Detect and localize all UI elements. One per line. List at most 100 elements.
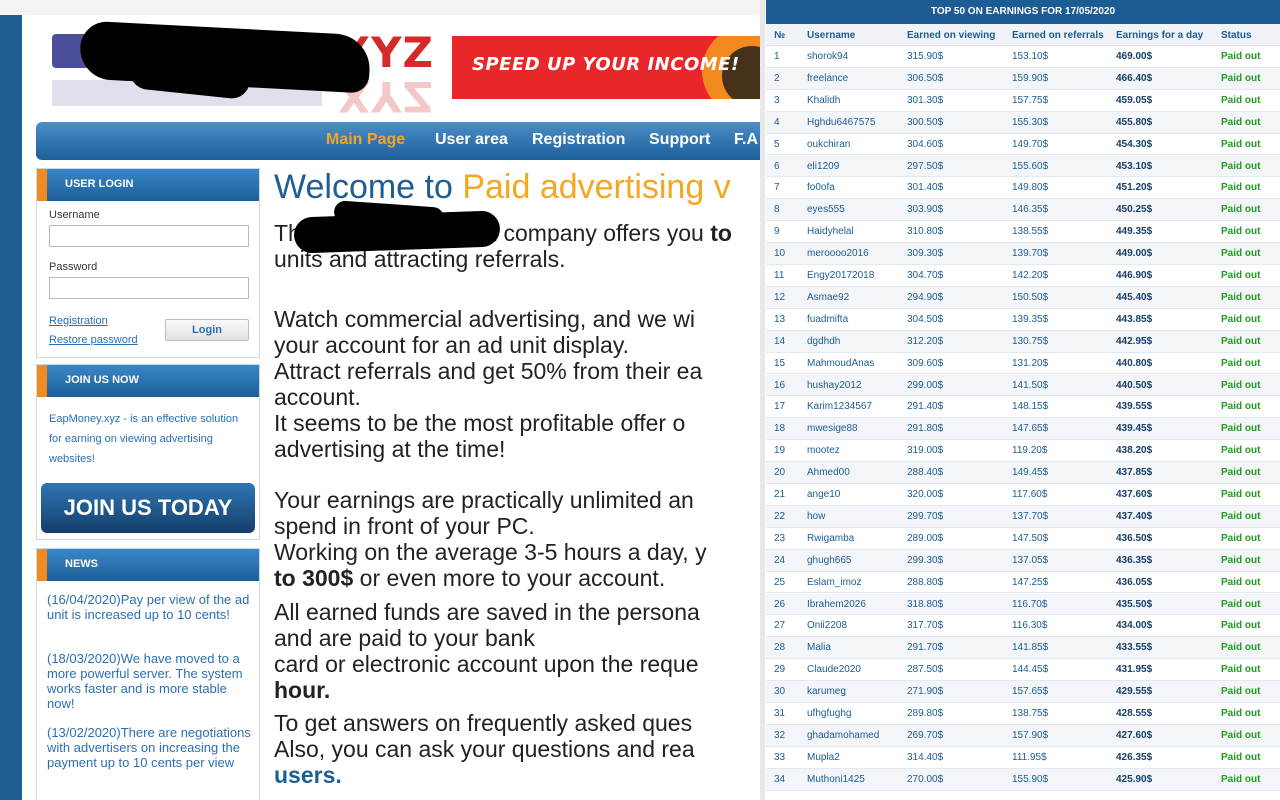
row-earned-referrals: 119.20$ — [1012, 445, 1048, 457]
row-username: Hghdu6467575 — [807, 116, 876, 128]
row-earned-referrals: 159.90$ — [1012, 72, 1049, 84]
row-earnings-day: 445.40$ — [1116, 291, 1153, 303]
panel-divider — [760, 0, 765, 800]
row-earned-referrals: 130.75$ — [1012, 335, 1049, 347]
row-earned-referrals: 111.95$ — [1012, 751, 1047, 763]
row-number: 17 — [774, 401, 786, 413]
row-username: Muthoni1425 — [807, 773, 865, 785]
row-status: Paid out — [1221, 204, 1261, 216]
row-status: Paid out — [1221, 664, 1261, 676]
site-logo[interactable]: .XYZ .XYZ — [52, 20, 434, 121]
row-number: 26 — [774, 598, 786, 610]
body-text: or even more to your account. — [353, 565, 666, 591]
row-earned-viewing: 299.30$ — [907, 554, 944, 566]
row-earnings-day: 426.35$ — [1116, 751, 1153, 763]
row-username: dgdhdh — [807, 335, 841, 347]
row-number: 1 — [774, 51, 780, 62]
row-earned-viewing: 287.50$ — [907, 664, 944, 676]
body-line: Working on the average 3-5 hours a day, … — [274, 539, 707, 565]
table-header-row: № Username Earned on viewing Earned on r… — [766, 24, 1280, 46]
row-status: Paid out — [1221, 686, 1261, 698]
nav-faq[interactable]: F.A — [734, 131, 758, 149]
row-earnings-day: 427.60$ — [1116, 729, 1153, 741]
row-status: Paid out — [1221, 182, 1261, 194]
restore-password-link[interactable]: Restore password — [49, 334, 138, 346]
left-frame-border — [0, 15, 22, 800]
row-status: Paid out — [1221, 620, 1261, 632]
row-username: Eslam_imoz — [807, 576, 862, 588]
row-earnings-day: 438.20$ — [1116, 445, 1153, 457]
table-row: 32 ghadamohamed 269.70$ 157.90$ 427.60$ Paid … — [766, 724, 1280, 747]
table-row: 13 fuadmifta 304.50$ 139.35$ 443.85$ Paid out — [766, 309, 1280, 331]
row-status: Paid out — [1221, 313, 1261, 325]
row-earned-referrals: 147.65$ — [1012, 423, 1049, 435]
users-link[interactable]: users. — [274, 762, 342, 788]
row-status: Paid out — [1221, 598, 1261, 610]
welcome-text: Welcome to — [274, 168, 463, 206]
news-item[interactable]: (16/04/2020)Pay per view of the ad unit … — [47, 592, 257, 622]
nav-support[interactable]: Support — [649, 131, 710, 149]
registration-link[interactable]: Registration — [49, 315, 108, 327]
row-earnings-day: 429.55$ — [1116, 686, 1153, 698]
join-us-today-button[interactable]: JOIN US TODAY — [41, 483, 255, 533]
row-earned-referrals: 138.55$ — [1012, 226, 1049, 238]
row-earned-referrals: 157.90$ — [1012, 729, 1049, 741]
table-row: 27 Onii2208 317.70$ 116.30$ 434.00$ Paid out — [766, 615, 1280, 638]
table-row: 15 MahmoudAnas 309.60$ 131.20$ 440.80$ Paid o… — [766, 353, 1280, 375]
left-frame-gap — [22, 15, 28, 800]
row-earnings-day: 459.05$ — [1116, 94, 1153, 106]
password-field[interactable] — [49, 277, 249, 299]
row-earned-referrals: 149.80$ — [1012, 182, 1049, 194]
row-earned-viewing: 289.80$ — [907, 708, 944, 719]
row-status: Paid out — [1221, 270, 1261, 281]
news-item[interactable]: (18/03/2020)We have moved to a more powe… — [47, 651, 257, 711]
row-status: Paid out — [1221, 576, 1261, 588]
nav-main-page[interactable]: Main Page — [326, 131, 405, 149]
body-line: your account for an ad unit display. — [274, 332, 630, 358]
body-line: account. — [274, 384, 361, 410]
row-number: 11 — [774, 270, 785, 281]
news-item[interactable]: (13/02/2020)There are negotiations with … — [47, 725, 257, 770]
header-username: Username — [807, 30, 856, 41]
join-title: JOIN US NOW — [65, 374, 139, 386]
row-earned-viewing: 314.40$ — [907, 751, 944, 763]
table-row: 4 Hghdu6467575 300.50$ 155.30$ 455.80$ Paid o… — [766, 111, 1280, 134]
header-status: Status — [1221, 30, 1252, 41]
login-button[interactable]: Login — [165, 319, 249, 341]
right-screenshot: TOP 50 ON EARNINGS FOR 17/05/2020 № User… — [760, 0, 1280, 800]
row-status: Paid out — [1221, 510, 1261, 522]
table-title: TOP 50 ON EARNINGS FOR 17/05/2020 — [766, 0, 1280, 24]
row-username: Asmae92 — [807, 291, 850, 303]
row-earnings-day: 435.50$ — [1116, 598, 1153, 610]
join-box: JOIN US NOW EapMoney.xyz - is an effecti… — [36, 364, 260, 540]
row-earned-viewing: 291.70$ — [907, 642, 944, 654]
row-earned-viewing: 312.20$ — [907, 335, 944, 347]
row-earnings-day: 449.35$ — [1116, 226, 1153, 238]
header-earnings-day: Earnings for a day — [1116, 30, 1204, 41]
row-earnings-day: 455.80$ — [1116, 116, 1153, 128]
row-number: 2 — [774, 72, 780, 84]
body-line: Attract referrals and get 50% from their… — [274, 358, 703, 384]
row-earned-referrals: 157.65$ — [1012, 686, 1049, 698]
row-username: Rwigamba — [807, 532, 855, 544]
row-username: Karim1234567 — [807, 401, 873, 413]
nav-registration[interactable]: Registration — [532, 131, 625, 149]
row-username: freelance — [807, 72, 849, 84]
table-row: 7 fo0ofa 301.40$ 149.80$ 451.20$ Paid out — [766, 177, 1280, 200]
username-field[interactable] — [49, 225, 249, 247]
row-number: 19 — [774, 445, 786, 457]
row-earnings-day: 453.10$ — [1116, 160, 1153, 172]
username-label: Username — [49, 209, 100, 221]
row-username: Ahmed00 — [807, 467, 850, 479]
intro-text: company offers you — [497, 220, 711, 246]
row-username: ghadamohamed — [807, 729, 880, 741]
row-earned-referrals: 131.20$ — [1012, 357, 1049, 369]
promo-banner[interactable]: SPEED UP YOUR INCOME! — [452, 36, 760, 99]
row-earnings-day: 466.40$ — [1116, 72, 1153, 84]
row-username: ange10 — [807, 489, 841, 500]
row-number: 13 — [774, 313, 786, 325]
row-username: Claude2020 — [807, 664, 861, 676]
table-row: 25 Eslam_imoz 288.80$ 147.25$ 436.05$ Paid ou… — [766, 572, 1280, 594]
nav-user-area[interactable]: User area — [435, 131, 508, 149]
row-earned-referrals: 157.75$ — [1012, 94, 1049, 106]
